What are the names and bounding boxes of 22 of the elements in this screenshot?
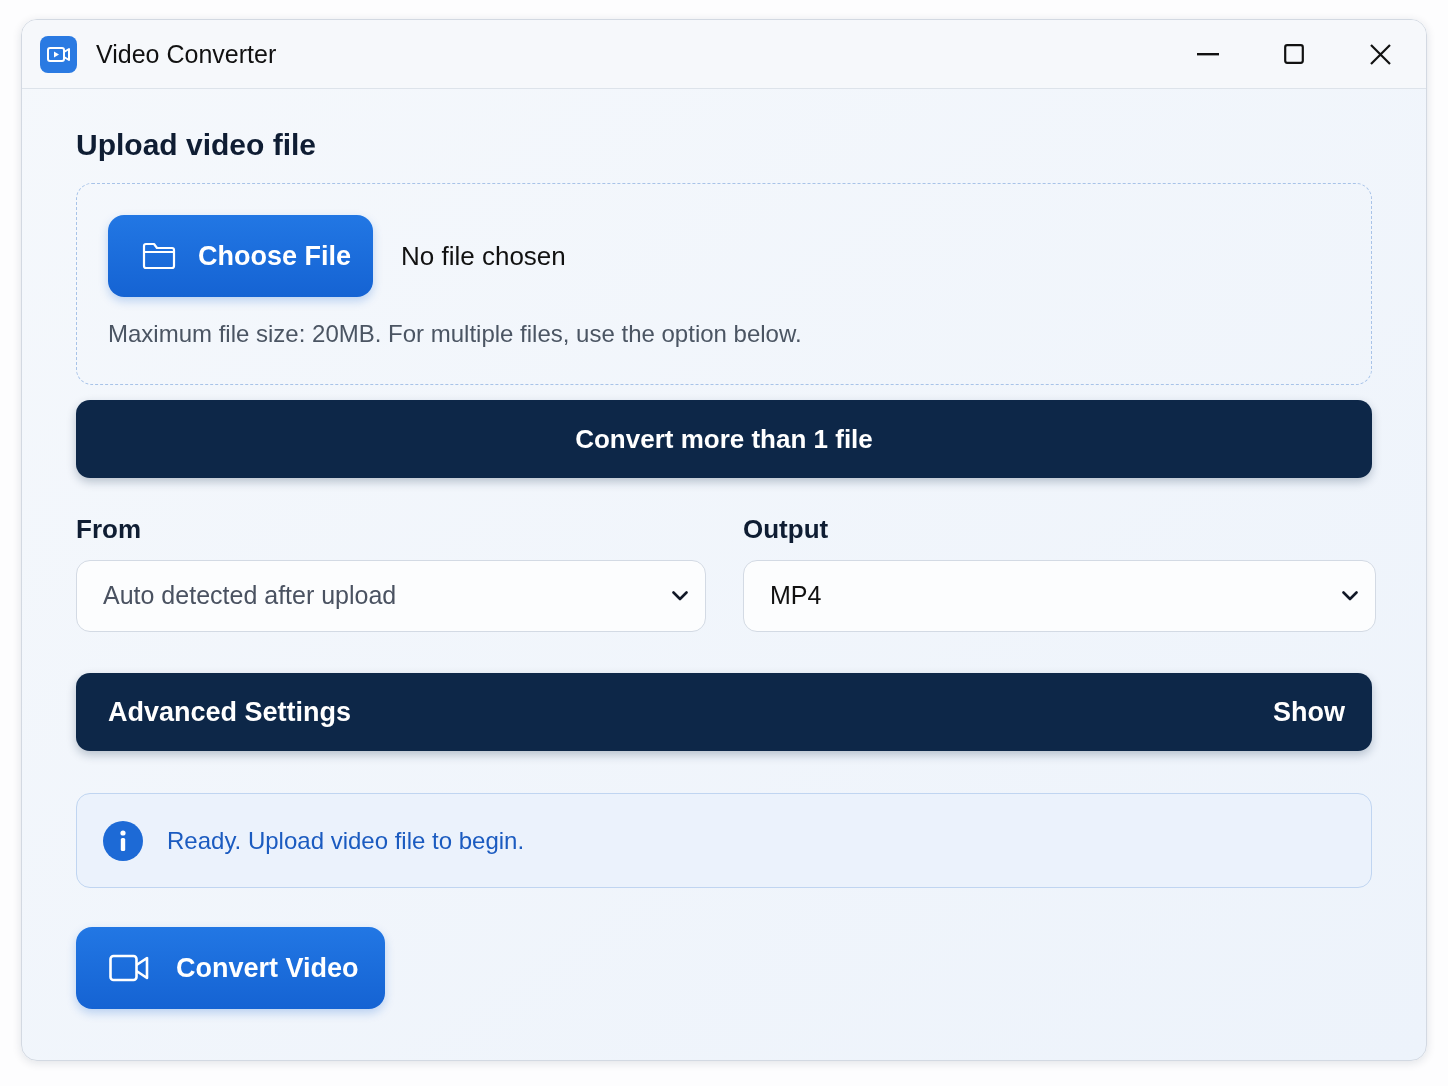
chevron-down-icon	[672, 591, 688, 601]
window-title: Video Converter	[96, 41, 277, 67]
minimize-icon	[1197, 52, 1219, 56]
close-icon	[1369, 43, 1391, 65]
choose-file-button[interactable]: Choose File	[108, 215, 373, 297]
batch-convert-button[interactable]: Convert more than 1 file	[76, 400, 1372, 478]
chevron-down-icon	[1342, 591, 1358, 601]
video-camera-app-icon	[40, 35, 77, 73]
field-label: From	[76, 513, 142, 545]
format-dropdown[interactable]: Auto detected after upload	[76, 560, 706, 632]
section-heading: Upload video file	[76, 127, 318, 163]
upload-hint: Maximum file size: 20MB. For multiple files, use the option below.	[108, 319, 803, 349]
format-dropdown[interactable]: MP4	[743, 560, 1376, 632]
status-message: Ready. Upload video file to begin.	[167, 825, 525, 856]
field-label: Output	[743, 513, 830, 545]
maximize-icon	[1284, 44, 1304, 64]
video-camera-icon	[109, 954, 149, 982]
advanced-settings-bar[interactable]: Advanced Settings Show	[76, 673, 1372, 751]
convert-video-button[interactable]: Convert Video	[76, 927, 385, 1009]
file-status-text: No file chosen	[401, 239, 566, 273]
info-icon	[103, 820, 143, 861]
folder-icon	[142, 242, 176, 270]
